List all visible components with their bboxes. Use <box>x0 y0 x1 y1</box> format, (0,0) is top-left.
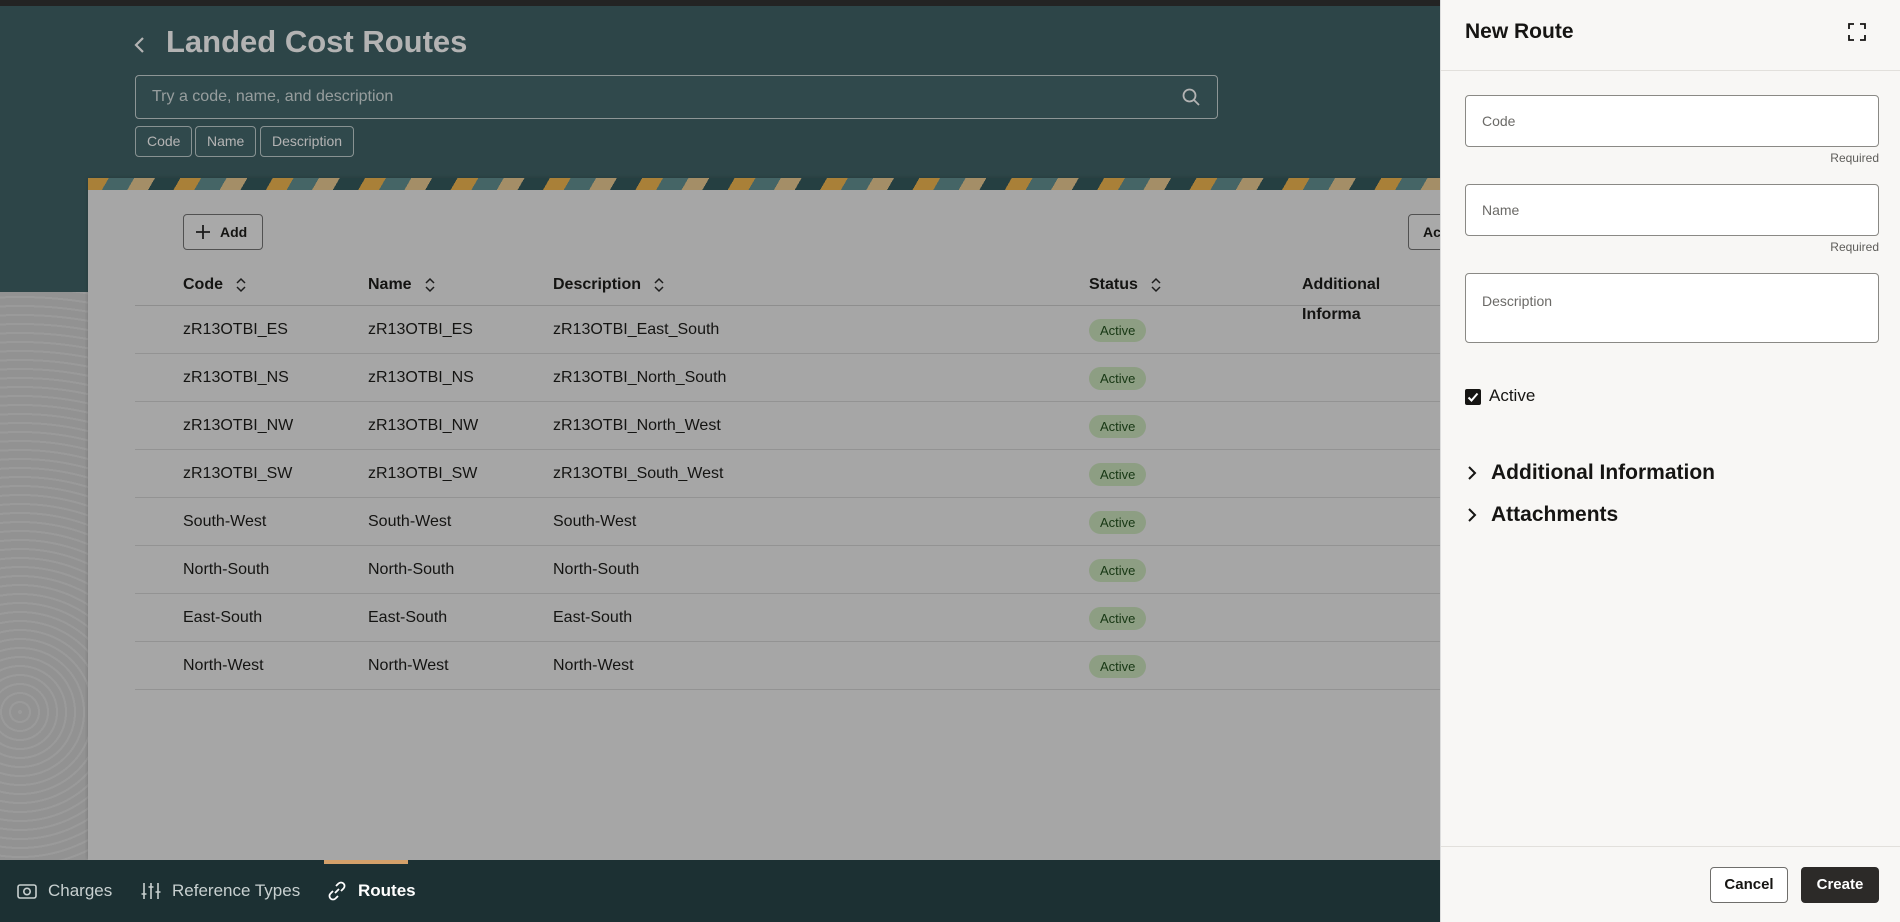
modal-overlay[interactable] <box>0 0 1440 860</box>
expand-icon[interactable] <box>1847 22 1867 42</box>
nav-item-reference-types-label: Reference Types <box>172 881 301 900</box>
new-route-drawer: New Route Code Required Name Required De… <box>1440 0 1900 922</box>
section-additional-information[interactable]: Additional Information <box>1465 458 1715 488</box>
cancel-button[interactable]: Cancel <box>1710 867 1788 903</box>
nav-item-routes[interactable]: Routes <box>326 860 416 922</box>
name-input[interactable] <box>1482 199 1862 223</box>
nav-item-charges-label: Charges <box>48 881 113 900</box>
checkmark-icon <box>1467 392 1479 402</box>
drawer-footer-divider <box>1441 846 1900 847</box>
drawer-title: New Route <box>1465 20 1574 43</box>
description-textarea[interactable] <box>1482 310 1862 338</box>
bottom-nav: Charges Reference Types Routes <box>0 860 1440 922</box>
description-field[interactable]: Description <box>1465 273 1879 343</box>
nav-item-routes-label: Routes <box>358 881 416 900</box>
section-attachments-label: Attachments <box>1491 503 1619 526</box>
description-field-label: Description <box>1482 293 1553 309</box>
link-icon <box>328 881 346 901</box>
active-tab-indicator <box>324 860 408 864</box>
code-required-hint: Required <box>1830 151 1879 165</box>
create-button[interactable]: Create <box>1801 867 1879 903</box>
chevron-right-icon <box>1468 508 1477 522</box>
name-required-hint: Required <box>1830 240 1879 254</box>
section-additional-information-label: Additional Information <box>1491 461 1715 484</box>
name-field[interactable]: Name <box>1465 184 1879 236</box>
code-input[interactable] <box>1482 110 1862 134</box>
sliders-icon <box>141 883 161 899</box>
active-checkbox[interactable] <box>1465 389 1481 405</box>
active-checkbox-label[interactable]: Active <box>1489 386 1535 406</box>
nav-item-charges[interactable]: Charges <box>16 860 112 922</box>
nav-item-reference-types[interactable]: Reference Types <box>140 860 300 922</box>
section-attachments[interactable]: Attachments <box>1465 500 1618 530</box>
drawer-header-divider <box>1441 70 1900 71</box>
code-field[interactable]: Code <box>1465 95 1879 147</box>
chevron-right-icon <box>1468 466 1477 480</box>
camera-icon <box>17 884 37 899</box>
